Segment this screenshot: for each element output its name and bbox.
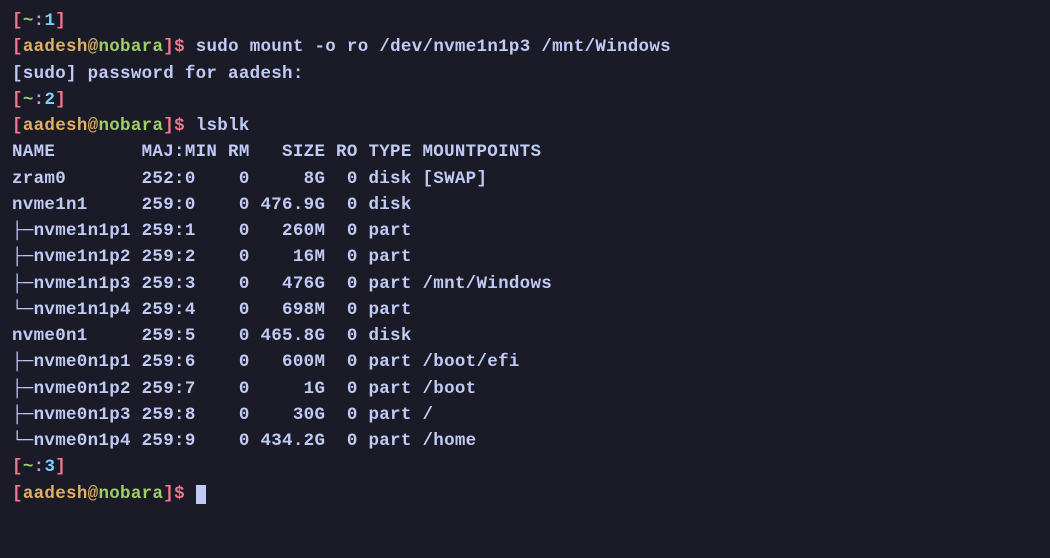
bracket-close: ] bbox=[163, 37, 174, 57]
tilde: ~ bbox=[23, 90, 34, 110]
bracket-open: [ bbox=[12, 11, 23, 31]
bracket-close: ] bbox=[163, 116, 174, 136]
prompt-path-3: [~:3] bbox=[12, 454, 1038, 480]
dollar-sign: $ bbox=[174, 484, 185, 504]
lsblk-row: nvme1n1 259:0 0 476.9G 0 disk bbox=[12, 192, 1038, 218]
bracket-close: ] bbox=[55, 457, 66, 477]
lsblk-row: ├─nvme1n1p3 259:3 0 476G 0 part /mnt/Win… bbox=[12, 271, 1038, 297]
at-sign: @ bbox=[88, 37, 99, 57]
hostname: nobara bbox=[98, 484, 163, 504]
colon: : bbox=[34, 11, 45, 31]
colon: : bbox=[34, 90, 45, 110]
prompt-path-2: [~:2] bbox=[12, 87, 1038, 113]
at-sign: @ bbox=[88, 484, 99, 504]
prompt-number: 3 bbox=[44, 457, 55, 477]
lsblk-row: zram0 252:0 0 8G 0 disk [SWAP] bbox=[12, 166, 1038, 192]
lsblk-header: NAME MAJ:MIN RM SIZE RO TYPE MOUNTPOINTS bbox=[12, 139, 1038, 165]
prompt-command-1[interactable]: [aadesh@nobara]$ sudo mount -o ro /dev/n… bbox=[12, 34, 1038, 60]
bracket-close: ] bbox=[55, 90, 66, 110]
sudo-prompt: [sudo] password for aadesh: bbox=[12, 61, 1038, 87]
username: aadesh bbox=[23, 484, 88, 504]
username: aadesh bbox=[23, 37, 88, 57]
bracket-open: [ bbox=[12, 484, 23, 504]
prompt-number: 1 bbox=[44, 11, 55, 31]
command-text: sudo mount -o ro /dev/nvme1n1p3 /mnt/Win… bbox=[196, 37, 671, 57]
bracket-open: [ bbox=[12, 37, 23, 57]
lsblk-row: nvme0n1 259:5 0 465.8G 0 disk bbox=[12, 323, 1038, 349]
tilde: ~ bbox=[23, 11, 34, 31]
tilde: ~ bbox=[23, 457, 34, 477]
lsblk-row: ├─nvme1n1p2 259:2 0 16M 0 part bbox=[12, 244, 1038, 270]
cursor-icon bbox=[196, 485, 206, 504]
lsblk-row: ├─nvme0n1p3 259:8 0 30G 0 part / bbox=[12, 402, 1038, 428]
hostname: nobara bbox=[98, 37, 163, 57]
at-sign: @ bbox=[88, 116, 99, 136]
prompt-command-3[interactable]: [aadesh@nobara]$ bbox=[12, 481, 1038, 507]
bracket-close: ] bbox=[55, 11, 66, 31]
hostname: nobara bbox=[98, 116, 163, 136]
lsblk-row: ├─nvme0n1p2 259:7 0 1G 0 part /boot bbox=[12, 376, 1038, 402]
dollar-sign: $ bbox=[174, 37, 185, 57]
dollar-sign: $ bbox=[174, 116, 185, 136]
bracket-open: [ bbox=[12, 457, 23, 477]
colon: : bbox=[34, 457, 45, 477]
username: aadesh bbox=[23, 116, 88, 136]
prompt-command-2[interactable]: [aadesh@nobara]$ lsblk bbox=[12, 113, 1038, 139]
command-text: lsblk bbox=[196, 116, 250, 136]
bracket-open: [ bbox=[12, 116, 23, 136]
prompt-path-1: [~:1] bbox=[12, 8, 1038, 34]
lsblk-row: └─nvme0n1p4 259:9 0 434.2G 0 part /home bbox=[12, 428, 1038, 454]
bracket-close: ] bbox=[163, 484, 174, 504]
lsblk-row: ├─nvme0n1p1 259:6 0 600M 0 part /boot/ef… bbox=[12, 349, 1038, 375]
lsblk-row: └─nvme1n1p4 259:4 0 698M 0 part bbox=[12, 297, 1038, 323]
bracket-open: [ bbox=[12, 90, 23, 110]
lsblk-row: ├─nvme1n1p1 259:1 0 260M 0 part bbox=[12, 218, 1038, 244]
prompt-number: 2 bbox=[44, 90, 55, 110]
